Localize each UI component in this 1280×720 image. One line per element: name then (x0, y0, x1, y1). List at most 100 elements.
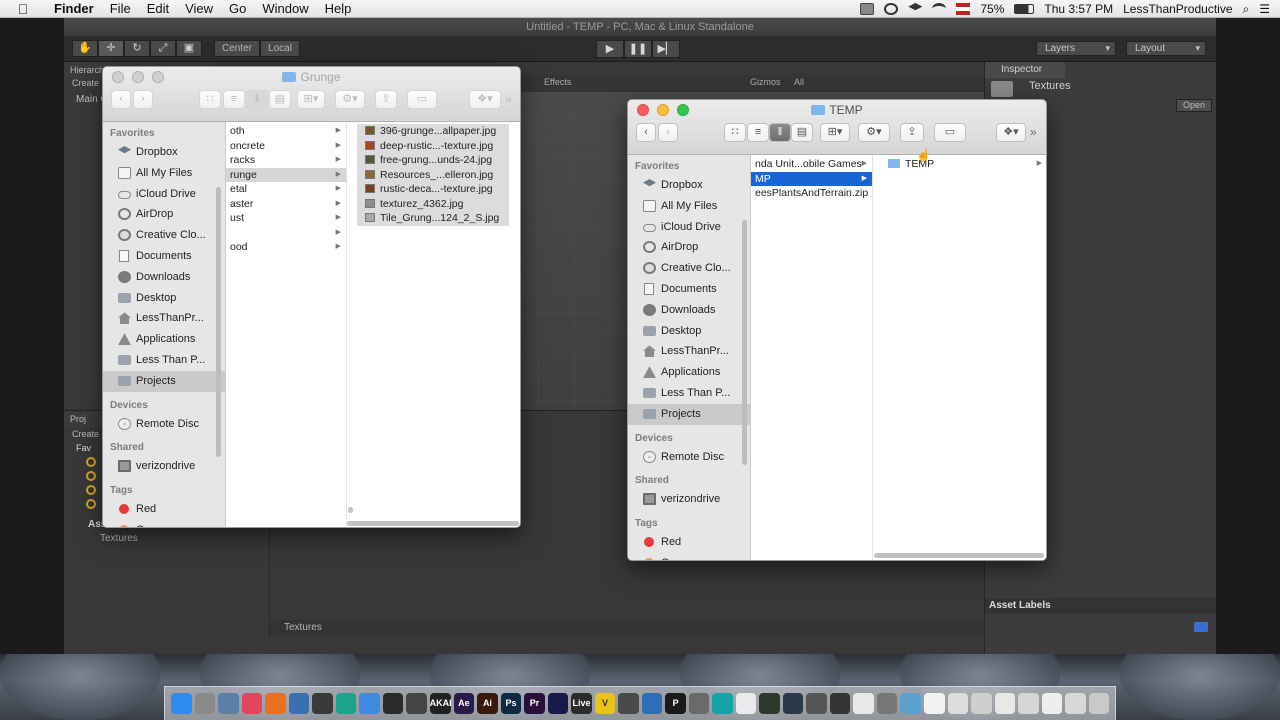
sidebar-item-verizondrive[interactable]: verizondrive (628, 489, 750, 510)
sidebar-item-projects[interactable]: Projects (628, 403, 750, 425)
github-icon[interactable] (829, 693, 851, 714)
menu-go[interactable]: Go (221, 1, 254, 16)
screen-record-icon[interactable] (860, 3, 875, 15)
pivot-center-toggle[interactable]: Center (214, 40, 261, 57)
monitor-app-icon[interactable] (782, 693, 804, 714)
menu-view[interactable]: View (177, 1, 221, 16)
app-gray-icon[interactable] (688, 693, 710, 714)
file-list-item[interactable]: Tile_Grung...124_2_S.jpg (357, 211, 509, 226)
photoshop-icon[interactable]: Ps (500, 693, 522, 714)
illustrator-icon[interactable]: Ai (477, 693, 498, 714)
gizmo-search[interactable]: All (794, 77, 804, 87)
icon-view-button[interactable]: ∷ (724, 123, 746, 142)
folder-list-item[interactable]: runge ▶ (226, 167, 346, 182)
sidebar-item-airdrop[interactable]: AirDrop (103, 204, 225, 225)
sidebar-item-dropbox[interactable]: Dropbox (103, 142, 225, 163)
sidebar-item-downloads[interactable]: Downloads (103, 267, 225, 288)
app-box-icon[interactable] (876, 693, 898, 714)
search-filter-icon[interactable] (86, 471, 96, 481)
app-teal-icon[interactable] (335, 693, 357, 714)
coverflow-view-button[interactable]: ▤ (269, 90, 291, 109)
folder-list-item[interactable]: TEMP ▶ (884, 157, 1046, 172)
doc3-icon[interactable] (971, 693, 992, 714)
clock[interactable]: Thu 3:57 PM (1044, 2, 1113, 16)
arrange-button[interactable]: ⊞▾ (297, 90, 325, 109)
sidebar-item-documents[interactable]: Documents (103, 246, 225, 267)
pivot-local-toggle[interactable]: Local (260, 40, 300, 57)
share-button[interactable]: ⇪ (375, 90, 397, 109)
layers-dropdown[interactable]: Layers (1036, 41, 1116, 56)
dropbox-button[interactable]: ❖▾ (469, 90, 501, 109)
textures-tree-item[interactable]: Textures (100, 533, 138, 544)
rect-tool-button[interactable]: ▣ (176, 40, 202, 57)
folder-list-item[interactable]: etal ▶ (226, 182, 346, 197)
tags-button[interactable]: ▭ (934, 123, 966, 142)
system-prefs-icon[interactable] (194, 693, 216, 714)
hand-tool-button[interactable]: ✋ (72, 40, 98, 57)
action-gear-button[interactable]: ⚙▾ (858, 123, 890, 142)
doc4-icon[interactable] (994, 693, 1016, 714)
forward-button[interactable]: › (658, 123, 678, 142)
sidebar-item-less-than-p[interactable]: Less Than P... (103, 350, 225, 371)
quicktime-icon[interactable] (288, 693, 310, 714)
back-button[interactable]: ‹ (111, 90, 131, 109)
project-create[interactable]: Create (72, 429, 99, 439)
list-view-button[interactable]: ≡ (223, 90, 245, 109)
unity-hub-icon[interactable] (406, 693, 427, 714)
file-list-item[interactable]: texturez_4362.jpg (357, 196, 509, 211)
sidebar-tag-orange[interactable]: Orange (103, 520, 225, 527)
folder-list-item[interactable]: MP ▶ (751, 171, 872, 186)
sidebar-item-documents[interactable]: Documents (628, 279, 750, 300)
sidebar-item-creative-clo[interactable]: Creative Clo... (628, 258, 750, 279)
after-effects-icon[interactable]: Ae (453, 693, 475, 714)
column-resize-handle[interactable] (348, 507, 353, 513)
itunes-icon[interactable] (241, 693, 263, 714)
coverflow-view-button[interactable]: ▤ (791, 123, 813, 142)
preview2-icon[interactable] (900, 693, 921, 714)
sidebar-item-lessthanpr[interactable]: LessThanPr... (628, 341, 750, 362)
live-icon[interactable]: Live (571, 693, 592, 714)
notification-center-icon[interactable]: ☰ (1259, 2, 1270, 16)
sidebar-item-all-my-files[interactable]: All My Files (103, 163, 225, 184)
folder-list-item[interactable]: eesPlantsAndTerrain.zip (751, 186, 872, 201)
creative-cloud-tray-icon[interactable] (884, 3, 899, 15)
file-list-item[interactable]: 396-grunge...allpaper.jpg (357, 124, 509, 139)
sidebar-item-remote-disc[interactable]: Remote Disc (103, 414, 225, 435)
notes-icon[interactable] (641, 693, 663, 714)
sidebar-item-all-my-files[interactable]: All My Files (628, 196, 750, 217)
list-view-button[interactable]: ≡ (747, 123, 769, 142)
forward-button[interactable]: › (133, 90, 153, 109)
audio-icon[interactable] (618, 693, 639, 714)
folder-list-item[interactable]: oncrete ▶ (226, 139, 346, 154)
terminal-icon[interactable] (312, 693, 333, 714)
doc5-icon[interactable] (1018, 693, 1039, 714)
sidebar-item-icloud-drive[interactable]: iCloud Drive (628, 217, 750, 238)
play-button[interactable]: ▶ (596, 40, 624, 58)
action-gear-button[interactable]: ⚙▾ (335, 90, 365, 109)
favorites-tree-item[interactable]: Fav (76, 443, 91, 453)
sidebar-item-less-than-p[interactable]: Less Than P... (628, 383, 750, 404)
search-filter-icon[interactable] (86, 499, 96, 509)
akai-icon[interactable]: AKAI (429, 693, 452, 714)
file-list-item[interactable]: rustic-deca...-texture.jpg (357, 182, 509, 197)
app-dark-icon[interactable] (806, 693, 827, 714)
sidebar-item-creative-clo[interactable]: Creative Clo... (103, 225, 225, 246)
toolbar-overflow-icon[interactable]: » (505, 92, 512, 106)
firefox-icon[interactable] (265, 693, 286, 714)
doc6-icon[interactable] (1041, 693, 1063, 714)
step-button[interactable]: ▶▏ (652, 40, 680, 58)
icon-view-button[interactable]: ∷ (199, 90, 221, 109)
sidebar-scrollbar[interactable] (742, 220, 747, 465)
sidebar-item-desktop[interactable]: Desktop (103, 288, 225, 309)
sidebar-tag-orange[interactable]: Orange (628, 553, 750, 560)
doc2-icon[interactable] (947, 693, 969, 714)
layout-dropdown[interactable]: Layout (1126, 41, 1206, 56)
textedit-icon[interactable] (735, 693, 757, 714)
folder-list-item[interactable]: aster ▶ (226, 197, 346, 212)
dropbox-button[interactable]: ❖▾ (996, 123, 1026, 142)
tag-icon[interactable] (1194, 622, 1208, 632)
folder-list-item[interactable]: ood ▶ (226, 240, 346, 255)
vectorize-icon[interactable]: V (594, 693, 616, 714)
column-view-button[interactable]: ‖ (769, 123, 791, 142)
sidebar-item-icloud-drive[interactable]: iCloud Drive (103, 184, 225, 205)
